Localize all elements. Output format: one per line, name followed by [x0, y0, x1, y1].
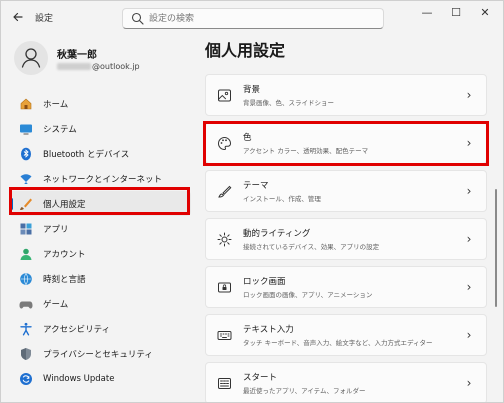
avatar[interactable]	[14, 41, 48, 75]
chevron-right-icon: ›	[466, 184, 472, 198]
apps-icon	[18, 221, 34, 237]
redacted-email	[57, 63, 91, 70]
windows-update-icon	[18, 371, 34, 387]
card-text-input[interactable]: テキスト入力 タッチ キーボード、音声入力、絵文字など、入力方式エディター ›	[205, 314, 487, 356]
card-subtitle: 最近使ったアプリ、アイテム、フォルダー	[243, 387, 366, 395]
card-start[interactable]: スタート 最近使ったアプリ、アイテム、フォルダー ›	[205, 362, 487, 402]
network-icon	[18, 171, 34, 187]
sidebar-item-label: プライバシーとセキュリティ	[43, 349, 153, 360]
image-icon	[215, 86, 233, 104]
time-language-icon	[18, 271, 34, 287]
card-subtitle: 接続されているデバイス、効果、アプリの設定	[243, 243, 380, 251]
minimize-button[interactable]: —	[413, 4, 441, 22]
sidebar-item-label: アカウント	[43, 249, 86, 260]
back-arrow-icon	[13, 12, 23, 22]
highlight-box-personalization	[9, 187, 190, 215]
sidebar-item-accounts[interactable]: アカウント	[9, 241, 191, 266]
home-icon	[18, 96, 34, 112]
sidebar-item-privacy[interactable]: プライバシーとセキュリティ	[9, 341, 191, 366]
sidebar-item-label: アプリ	[43, 224, 69, 235]
card-title: ロック画面	[243, 277, 286, 287]
card-title: テキスト入力	[243, 325, 294, 335]
close-button[interactable]: ✕	[471, 4, 499, 22]
sidebar-item-bluetooth[interactable]: Bluetooth とデバイス	[9, 141, 191, 166]
sidebar-item-label: システム	[43, 124, 77, 135]
sidebar-nav: ホーム システム Bluetooth とデバイス ネットワークとインターネット …	[9, 91, 191, 391]
privacy-icon	[18, 346, 34, 362]
gaming-icon	[18, 296, 34, 312]
start-icon	[215, 374, 233, 392]
sidebar-item-label: ホーム	[43, 99, 69, 110]
accounts-icon	[18, 246, 34, 262]
maximize-button[interactable]: ☐	[442, 4, 470, 22]
sidebar-item-label: ゲーム	[43, 299, 69, 310]
sidebar-item-windows-update[interactable]: Windows Update	[9, 366, 191, 391]
bluetooth-icon	[18, 146, 34, 162]
sidebar-item-label: Windows Update	[43, 373, 115, 384]
sidebar-item-label: Bluetooth とデバイス	[43, 149, 130, 160]
email-domain: @outlook.jp	[92, 62, 140, 71]
lock-screen-icon	[215, 278, 233, 296]
card-dynamic-lighting[interactable]: 動的ライティング 接続されているデバイス、効果、アプリの設定 ›	[205, 218, 487, 260]
sidebar-item-time-language[interactable]: 時刻と言語	[9, 266, 191, 291]
card-subtitle: 背景画像、色、スライドショー	[243, 99, 334, 107]
card-title: 背景	[243, 85, 261, 95]
chevron-right-icon: ›	[466, 376, 472, 390]
card-title: テーマ	[243, 181, 269, 191]
scrollbar-thumb[interactable]	[495, 189, 497, 307]
card-lock-screen[interactable]: ロック画面 ロック画面の画像、アプリ、アニメーション ›	[205, 266, 487, 308]
system-icon	[18, 121, 34, 137]
app-title: 設定	[35, 14, 54, 24]
search-input[interactable]	[149, 11, 375, 26]
keyboard-icon	[215, 326, 233, 344]
card-title: 動的ライティング	[243, 229, 311, 239]
chevron-right-icon: ›	[466, 328, 472, 342]
page-title: 個人用設定	[205, 41, 286, 60]
search-box[interactable]	[122, 8, 384, 29]
card-subtitle: インストール、作成、管理	[243, 195, 321, 203]
brush-icon	[215, 182, 233, 200]
accessibility-icon	[18, 321, 34, 337]
search-icon	[131, 12, 144, 25]
back-button[interactable]	[9, 8, 27, 26]
sidebar-item-gaming[interactable]: ゲーム	[9, 291, 191, 316]
sidebar-item-accessibility[interactable]: アクセシビリティ	[9, 316, 191, 341]
user-icon	[21, 48, 41, 68]
lighting-icon	[215, 230, 233, 248]
card-background[interactable]: 背景 背景画像、色、スライドショー ›	[205, 74, 487, 116]
chevron-right-icon: ›	[466, 280, 472, 294]
sidebar-item-label: アクセシビリティ	[43, 324, 111, 335]
chevron-right-icon: ›	[466, 88, 472, 102]
user-email: @outlook.jp	[57, 62, 140, 71]
card-themes[interactable]: テーマ インストール、作成、管理 ›	[205, 170, 487, 212]
card-title: スタート	[243, 373, 278, 383]
sidebar-item-home[interactable]: ホーム	[9, 91, 191, 116]
settings-window: 設定 — ☐ ✕ 秋葉一郎 @outlook.jp ホーム	[0, 0, 504, 403]
sidebar-item-apps[interactable]: アプリ	[9, 216, 191, 241]
user-name: 秋葉一郎	[57, 50, 97, 61]
title-bar: 設定 — ☐ ✕	[1, 1, 503, 34]
sidebar-item-system[interactable]: システム	[9, 116, 191, 141]
highlight-box-colors	[203, 121, 489, 166]
card-subtitle: タッチ キーボード、音声入力、絵文字など、入力方式エディター	[243, 339, 433, 347]
sidebar-item-label: ネットワークとインターネット	[43, 174, 163, 185]
sidebar-item-label: 時刻と言語	[43, 274, 86, 285]
card-subtitle: ロック画面の画像、アプリ、アニメーション	[243, 291, 373, 299]
chevron-right-icon: ›	[466, 232, 472, 246]
